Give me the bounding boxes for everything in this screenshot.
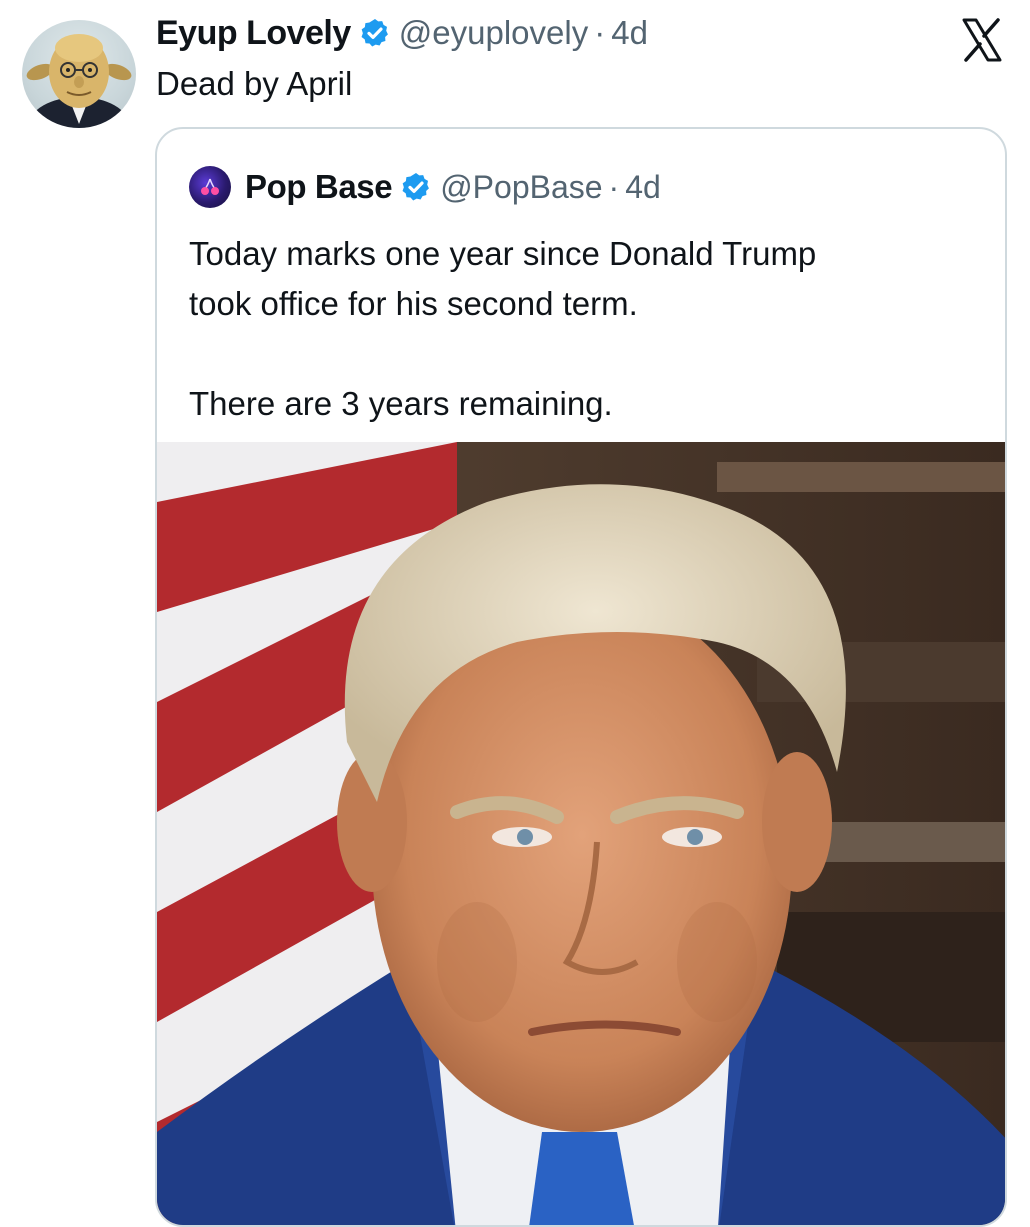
author-handle[interactable]: @eyuplovely: [399, 14, 588, 52]
x-logo-icon[interactable]: [958, 16, 1006, 64]
quoted-tweet-header: Pop Base @PopBase · 4d: [189, 166, 661, 208]
tweet-header: Eyup Lovely @eyuplovely · 4d: [156, 12, 648, 54]
quoted-tweet-time[interactable]: 4d: [625, 169, 661, 206]
tweet-text: Dead by April: [156, 65, 353, 102]
quoted-author-name[interactable]: Pop Base: [245, 168, 393, 206]
quoted-author-handle[interactable]: @PopBase: [440, 169, 602, 206]
portrait-photo[interactable]: [157, 442, 1005, 1225]
quoted-tweet-text: Today marks one year since Donald Trump …: [189, 235, 817, 422]
verified-badge-icon: [402, 173, 430, 201]
quoted-author-avatar[interactable]: [189, 166, 231, 208]
separator-dot: ·: [594, 14, 606, 51]
verified-badge-icon: [361, 19, 388, 47]
user-avatar[interactable]: [22, 20, 136, 128]
cherry-icon: [201, 178, 219, 195]
author-name[interactable]: Eyup Lovely: [156, 14, 351, 53]
tweet-time[interactable]: 4d: [611, 14, 648, 52]
separator-dot: ·: [608, 168, 620, 205]
quoted-tweet[interactable]: Pop Base @PopBase · 4d Today marks one y…: [155, 127, 1007, 1227]
